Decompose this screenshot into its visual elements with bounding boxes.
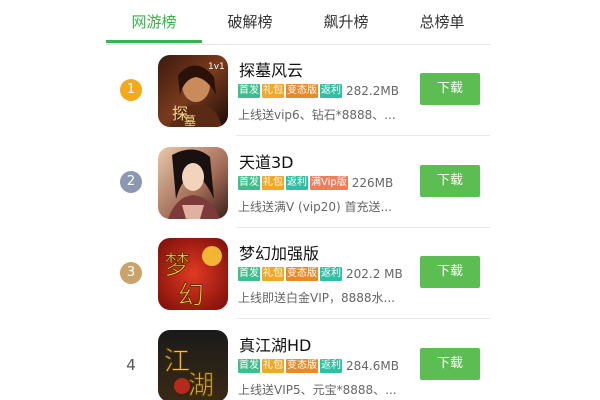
list-item[interactable]: 3 梦 幻 梦幻加强版 首发 礼包 变态版 返利 202.2 MB 上线即送白金VIP，…: [106, 228, 490, 319]
tab-rising-games[interactable]: 飙升榜: [298, 0, 394, 44]
app-ranking-screen: 网游榜 破解榜 飙升榜 总榜单 1 探 墓 1v1 探墓风云 首发 礼包 变态版…: [106, 0, 490, 400]
tiandao-3d-app-icon[interactable]: [158, 147, 228, 219]
tag-badge: 礼包: [262, 176, 284, 190]
rank-number: 4: [126, 356, 136, 374]
app-tags: 首发 礼包 变态版 返利 284.6MB: [238, 359, 399, 375]
svg-text:墓: 墓: [184, 114, 196, 127]
tag-badge: 首发: [238, 359, 260, 373]
app-description: 上线送满V (vip20) 首充送...: [238, 200, 392, 214]
app-size: 282.2MB: [346, 84, 399, 98]
tag-badge: 变态版: [286, 267, 318, 281]
tanmu-fengyun-app-icon[interactable]: 探 墓 1v1: [158, 55, 228, 127]
tag-badge: 首发: [238, 267, 260, 281]
tag-badge: 礼包: [262, 267, 284, 281]
tag-badge: 首发: [238, 84, 260, 98]
download-button[interactable]: 下载: [420, 256, 480, 288]
app-description: 上线送vip6、钻石*8888、...: [238, 108, 396, 122]
app-tags: 首发 礼包 变态版 返利 282.2MB: [238, 84, 399, 100]
rank-badge: 3: [120, 262, 142, 284]
app-tags: 首发 礼包 返利 满Vip版 226MB: [238, 176, 393, 192]
zhen-jianghu-hd-app-icon[interactable]: 江 湖: [158, 330, 228, 400]
svg-text:幻: 幻: [178, 281, 204, 310]
tag-badge: 返利: [320, 267, 342, 281]
active-tab-indicator: [106, 40, 202, 43]
divider: [236, 318, 490, 319]
app-description: 上线送VIP5、元宝*8888、...: [238, 383, 397, 397]
tag-badge: 礼包: [262, 84, 284, 98]
download-button[interactable]: 下载: [420, 165, 480, 197]
menghuan-jiaqiang-app-icon[interactable]: 梦 幻: [158, 238, 228, 310]
tag-badge: 返利: [286, 176, 308, 190]
ranking-tab-bar: 网游榜 破解榜 飙升榜 总榜单: [106, 0, 490, 45]
list-item[interactable]: 2 天道3D 首发 礼包 返利 满Vip版 226MB 上线送满V (vip20) 首充…: [106, 137, 490, 228]
app-tags: 首发 礼包 变态版 返利 202.2 MB: [238, 267, 403, 283]
app-size: 284.6MB: [346, 359, 399, 373]
tab-overall-ranking[interactable]: 总榜单: [394, 0, 490, 44]
svg-text:1v1: 1v1: [208, 62, 225, 72]
list-item[interactable]: 1 探 墓 1v1 探墓风云 首发 礼包 变态版 返利 282.2MB 上线送vip6: [106, 45, 490, 136]
svg-text:江: 江: [164, 347, 190, 377]
tag-badge: 礼包: [262, 359, 284, 373]
tag-badge: 返利: [320, 84, 342, 98]
tag-badge: 变态版: [286, 84, 318, 98]
app-name[interactable]: 真江湖HD: [239, 332, 311, 356]
rank-badge: 1: [120, 79, 142, 101]
tab-cracked-games[interactable]: 破解榜: [202, 0, 298, 44]
tab-online-games[interactable]: 网游榜: [106, 0, 202, 44]
app-size: 226MB: [351, 176, 394, 190]
app-name[interactable]: 梦幻加强版: [239, 240, 319, 264]
download-button[interactable]: 下载: [420, 73, 480, 105]
app-name[interactable]: 天道3D: [239, 149, 294, 173]
list-item[interactable]: 4 江 湖 真江湖HD 首发 礼包 变态版 返利 284.6MB 上线送VIP5、元宝*…: [106, 320, 490, 400]
tag-badge: 首发: [238, 176, 260, 190]
app-name[interactable]: 探墓风云: [239, 57, 303, 81]
app-size: 202.2 MB: [346, 267, 403, 281]
rank-badge: 2: [120, 171, 142, 193]
tag-badge: 变态版: [286, 359, 318, 373]
download-button[interactable]: 下载: [420, 348, 480, 380]
svg-text:梦: 梦: [164, 251, 190, 281]
svg-text:湖: 湖: [188, 371, 214, 400]
app-description: 上线即送白金VIP，8888水...: [238, 291, 395, 305]
tag-badge: 满Vip版: [310, 176, 348, 190]
tag-badge: 返利: [320, 359, 342, 373]
divider: [236, 135, 490, 136]
